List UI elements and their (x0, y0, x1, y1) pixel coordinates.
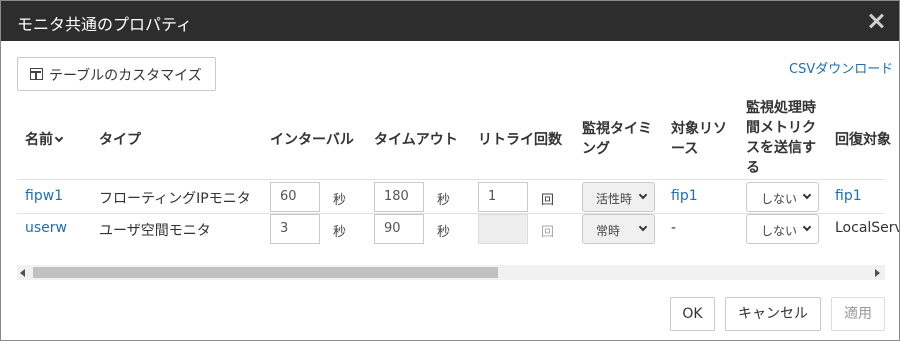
column-header-name-label: 名前 (25, 132, 53, 148)
interval-unit: 秒 (333, 225, 347, 240)
column-header-metrics-line3: スを送信す (746, 140, 816, 156)
target-resource-link[interactable]: fip1 (671, 188, 698, 204)
column-header-metrics-line2: 間メトリク (746, 120, 816, 136)
column-header-metrics-line4: る (746, 160, 760, 176)
chevron-down-icon (802, 222, 812, 232)
column-header-timing-line1: 監視タイミ (582, 121, 652, 137)
sort-descending-icon[interactable] (54, 133, 64, 143)
column-header-metrics-line1: 監視処理時 (746, 100, 816, 116)
timeout-input[interactable]: 180 (374, 182, 424, 212)
timeout-unit: 秒 (437, 193, 451, 208)
row-name-link[interactable]: userw (25, 220, 67, 236)
column-header-recovery-target: 回復対象 (835, 132, 891, 148)
scrollbar-thumb[interactable] (33, 267, 498, 278)
target-resource-none: - (671, 220, 677, 236)
interval-input[interactable]: 3 (270, 214, 320, 244)
dialog-title: モニタ共通のプロパティ (17, 15, 193, 34)
send-metrics-select[interactable]: しない (746, 214, 819, 244)
retry-input[interactable]: 1 (478, 182, 528, 212)
cancel-button[interactable]: キャンセル (725, 297, 821, 331)
row-type: フローティングIPモニタ (99, 191, 251, 207)
close-icon[interactable] (867, 12, 885, 30)
column-header-timing: 監視タイミ ング (582, 119, 652, 159)
row-separator (17, 179, 885, 180)
monitor-timing-value: 活性時 (596, 192, 633, 206)
send-metrics-value: しない (761, 192, 798, 206)
table-icon (30, 68, 43, 80)
column-header-timing-line2: ング (582, 141, 610, 157)
column-header-send-metrics: 監視処理時 間メトリク スを送信す る (746, 98, 816, 178)
apply-button: 適用 (831, 297, 885, 331)
row-name-link[interactable]: fipw1 (25, 188, 63, 204)
interval-unit: 秒 (333, 193, 347, 208)
monitor-common-properties-dialog: モニタ共通のプロパティ テーブルのカスタマイズ CSVダウンロード 名前 タイプ… (0, 0, 900, 341)
horizontal-scrollbar[interactable] (17, 265, 885, 280)
recovery-target-text: LocalServer (835, 220, 899, 236)
column-header-target-line2: ース (671, 141, 699, 157)
timeout-input[interactable]: 90 (374, 214, 424, 244)
csv-download-link[interactable]: CSVダウンロード (789, 58, 893, 77)
scroll-right-arrow-icon[interactable] (875, 269, 880, 277)
column-header-timeout: タイムアウト (374, 132, 458, 148)
send-metrics-select[interactable]: しない (746, 182, 819, 212)
column-header-type: タイプ (99, 132, 141, 148)
monitor-timing-value: 常時 (596, 224, 621, 238)
ok-button[interactable]: OK (670, 297, 715, 331)
customize-table-label: テーブルのカスタマイズ (49, 68, 202, 84)
retry-unit: 回 (541, 193, 555, 208)
chevron-down-icon (638, 222, 648, 232)
chevron-down-icon (802, 190, 812, 200)
monitor-timing-select[interactable]: 常時 (582, 214, 655, 244)
column-header-target-resource: 対象リソ ース (671, 119, 727, 159)
column-header-name[interactable]: 名前 (25, 129, 64, 149)
interval-input[interactable]: 60 (270, 182, 320, 212)
row-type: ユーザ空間モニタ (99, 223, 211, 239)
column-header-interval: インターバル (270, 132, 354, 148)
retry-unit: 回 (541, 225, 555, 240)
recovery-target-link[interactable]: fip1 (835, 188, 862, 204)
send-metrics-value: しない (761, 224, 798, 238)
column-header-target-line1: 対象リソ (671, 121, 727, 137)
scroll-left-arrow-icon[interactable] (20, 269, 25, 277)
customize-table-button[interactable]: テーブルのカスタマイズ (17, 57, 216, 91)
retry-input-disabled (478, 214, 528, 244)
column-header-retry: リトライ回数 (478, 132, 562, 148)
timeout-unit: 秒 (437, 225, 451, 240)
monitor-timing-select[interactable]: 活性時 (582, 182, 655, 212)
dialog-titlebar: モニタ共通のプロパティ (1, 1, 899, 41)
chevron-down-icon (638, 190, 648, 200)
